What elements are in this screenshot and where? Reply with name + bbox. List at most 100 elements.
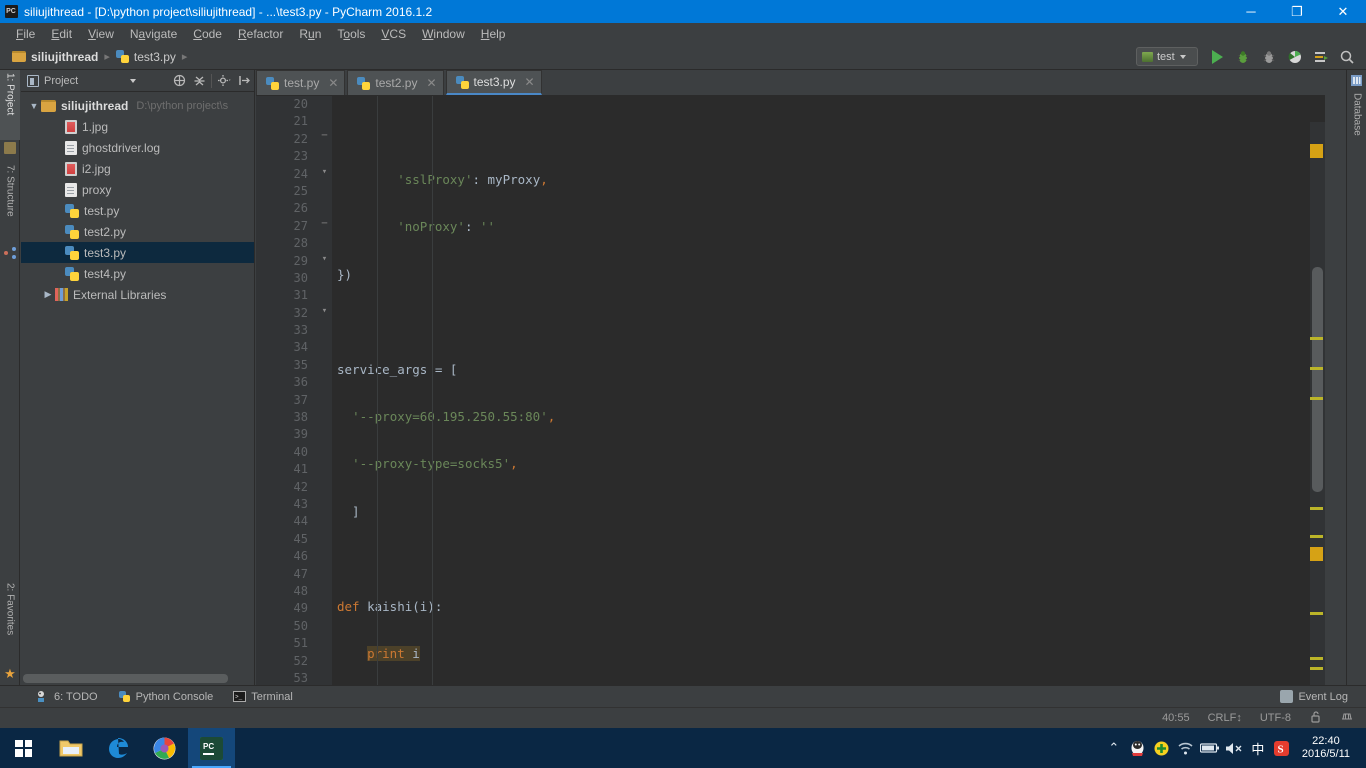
code-line[interactable]: service_args = [	[332, 361, 1309, 378]
code-line[interactable]	[332, 313, 1309, 330]
error-marker[interactable]	[1310, 547, 1323, 561]
event-log-button[interactable]: Event Log	[1270, 686, 1366, 708]
inspections-icon[interactable]	[1331, 710, 1366, 726]
menu-item-code[interactable]: Code	[185, 25, 230, 43]
code-line[interactable]: ]	[332, 503, 1309, 520]
fold-marker[interactable]: ─	[320, 132, 329, 141]
close-button[interactable]: ✕	[1320, 0, 1366, 23]
code-line[interactable]: 'sslProxy': myProxy,	[332, 171, 1309, 188]
editor-vertical-scrollbar[interactable]	[1310, 122, 1325, 685]
fold-marker[interactable]: ─	[320, 220, 329, 229]
menu-item-edit[interactable]: Edit	[43, 25, 80, 43]
code-line[interactable]: def kaishi(i):	[332, 598, 1309, 615]
read-write-lock-icon[interactable]	[1300, 710, 1331, 726]
chevron-down-icon[interactable]: ▼	[27, 101, 41, 111]
code-text[interactable]: 'sslProxy': myProxy, 'noProxy': '' }) se…	[332, 96, 1309, 685]
ime-chinese-icon[interactable]: 中	[1246, 728, 1270, 768]
tree-item-1jpg[interactable]: 1.jpg	[21, 116, 254, 137]
fold-marker[interactable]: ▾	[320, 307, 329, 316]
close-icon[interactable]: ✕	[525, 75, 535, 89]
bottom-item-python-console[interactable]: Python Console	[108, 686, 224, 708]
line-separator[interactable]: CRLF↕	[1199, 712, 1251, 724]
hide-panel-button[interactable]	[234, 70, 254, 92]
search-everywhere-button[interactable]	[1334, 45, 1360, 69]
battery-icon[interactable]	[1198, 728, 1222, 768]
code-line[interactable]	[332, 550, 1309, 567]
show-hidden-icons-chevron[interactable]: ⌃	[1102, 728, 1126, 768]
warning-marker[interactable]	[1310, 612, 1323, 615]
code-line[interactable]: '--proxy-type=socks5',	[332, 455, 1309, 472]
wifi-icon[interactable]	[1174, 728, 1198, 768]
tab-test3-py[interactable]: test3.py ✕	[445, 70, 542, 95]
run-with-coverage-button[interactable]	[1256, 45, 1282, 69]
breadcrumb-project[interactable]: siliujithread	[8, 50, 102, 64]
error-marker[interactable]	[1310, 144, 1323, 158]
attach-to-process-button[interactable]	[1308, 45, 1334, 69]
project-panel-horizontal-scrollbar[interactable]	[23, 674, 251, 683]
security-shield-icon[interactable]	[1150, 728, 1174, 768]
maximize-button[interactable]: ❐	[1274, 0, 1320, 23]
tree-item-proxy[interactable]: proxy	[21, 179, 254, 200]
profile-button[interactable]	[1282, 45, 1308, 69]
warning-marker[interactable]	[1310, 337, 1323, 340]
warning-marker[interactable]	[1310, 507, 1323, 510]
close-icon[interactable]: ✕	[328, 76, 338, 90]
menu-item-help[interactable]: Help	[473, 25, 514, 43]
close-icon[interactable]: ✕	[426, 76, 436, 90]
tree-item-test4py[interactable]: test4.py	[21, 263, 254, 284]
bottom-item-todo[interactable]: 6: TODO	[26, 686, 108, 708]
code-line[interactable]: '--proxy=60.195.250.55:80',	[332, 408, 1309, 425]
project-tree[interactable]: ▼ siliujithread D:\python project\s 1.jp…	[21, 92, 254, 665]
sogou-input-icon[interactable]: S	[1270, 728, 1294, 768]
menu-item-view[interactable]: View	[80, 25, 122, 43]
scrollbar-thumb[interactable]	[23, 674, 228, 683]
run-button[interactable]	[1204, 45, 1230, 69]
warning-marker[interactable]	[1310, 397, 1323, 400]
tree-item-test2py[interactable]: test2.py	[21, 221, 254, 242]
collapse-all-button[interactable]	[189, 70, 209, 92]
taskbar-file-explorer[interactable]	[47, 728, 94, 768]
bottom-item-terminal[interactable]: >_ Terminal	[223, 686, 303, 708]
sidebar-item-favorites[interactable]: 2: Favorites	[0, 580, 20, 665]
menu-item-run[interactable]: Run	[291, 25, 329, 43]
tree-item-siliujithread[interactable]: ▼ siliujithread D:\python project\s	[21, 95, 254, 116]
run-configuration-selector[interactable]: test	[1136, 47, 1198, 66]
warning-marker[interactable]	[1310, 657, 1323, 660]
fold-marker[interactable]: ▾	[320, 255, 329, 264]
menu-item-refactor[interactable]: Refactor	[230, 25, 291, 43]
qq-icon[interactable]	[1126, 728, 1150, 768]
start-button[interactable]	[0, 728, 47, 768]
sidebar-item-database[interactable]: Database	[1347, 90, 1366, 160]
warning-marker[interactable]	[1310, 667, 1323, 670]
code-line[interactable]: })	[332, 266, 1309, 283]
tree-item-ghostdriverlog[interactable]: ghostdriver.log	[21, 137, 254, 158]
taskbar-clock[interactable]: 22:40 2016/5/11	[1294, 735, 1358, 761]
scrollbar-thumb[interactable]	[1312, 267, 1323, 492]
menu-item-navigate[interactable]: Navigate	[122, 25, 185, 43]
project-panel-title-button[interactable]: Project	[21, 74, 169, 87]
tab-test2-py[interactable]: test2.py ✕	[347, 70, 444, 95]
code-line[interactable]: 'noProxy': ''	[332, 218, 1309, 235]
code-line[interactable]: print i	[332, 645, 1309, 662]
caret-position[interactable]: 40:55	[1153, 712, 1199, 724]
menu-item-file[interactable]: File	[8, 25, 43, 43]
menu-item-window[interactable]: Window	[414, 25, 473, 43]
warning-marker[interactable]	[1310, 367, 1323, 370]
breadcrumb-file[interactable]: test3.py	[112, 50, 180, 64]
tree-item-external-libraries[interactable]: ▶ External Libraries	[21, 284, 254, 305]
code-editor[interactable]: 20 21 22 23 24 25 26 27 28 29 30 31 32 3…	[256, 96, 1325, 685]
menu-item-tools[interactable]: Tools	[329, 25, 373, 43]
taskbar-chrome-browser[interactable]	[141, 728, 188, 768]
menu-item-vcs[interactable]: VCS	[373, 25, 414, 43]
taskbar-pycharm[interactable]: PC	[188, 728, 235, 768]
code-folding-column[interactable]: ─ ▾ ─ ▾ ▾	[318, 96, 332, 685]
sidebar-item-project[interactable]: 1: Project	[0, 70, 20, 140]
sidebar-item-structure[interactable]: 7: Structure	[0, 162, 20, 244]
tree-item-testpy[interactable]: test.py	[21, 200, 254, 221]
minimize-button[interactable]: ─	[1228, 0, 1274, 23]
tab-test-py[interactable]: test.py ✕	[256, 70, 346, 95]
volume-muted-icon[interactable]	[1222, 728, 1246, 768]
scroll-to-source-button[interactable]	[169, 70, 189, 92]
tree-item-i2jpg[interactable]: i2.jpg	[21, 158, 254, 179]
fold-marker[interactable]: ▾	[320, 168, 329, 177]
